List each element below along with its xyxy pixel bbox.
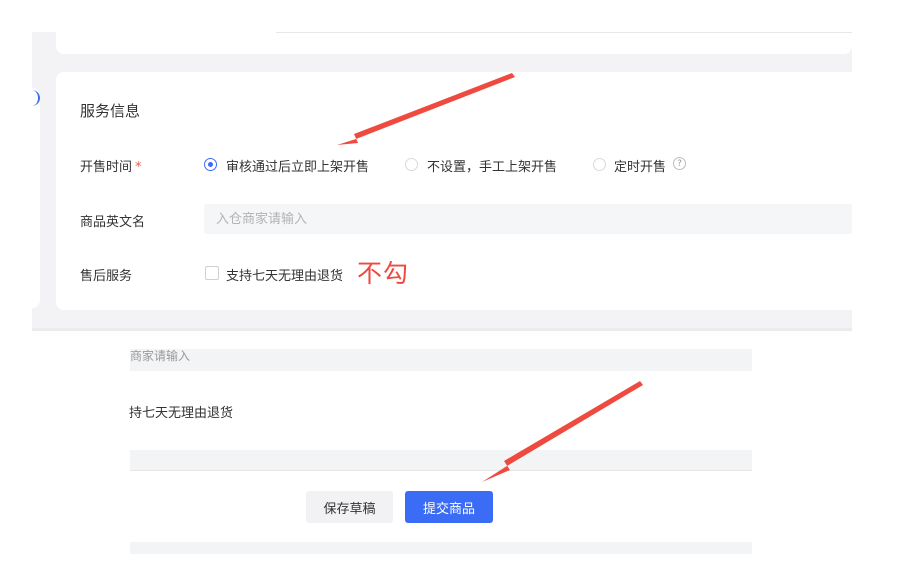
- radio-manual-label[interactable]: 不设置，手工上架开售: [427, 156, 557, 175]
- cropped-checkbox-label: 持七天无理由退货: [129, 406, 234, 421]
- radio-manual-icon[interactable]: [405, 158, 418, 171]
- english-name-label: 商品英文名: [80, 215, 146, 230]
- seven-day-return-label[interactable]: 支持七天无理由退货: [226, 265, 343, 284]
- radio-immediate-icon[interactable]: [204, 158, 217, 171]
- cropped-band: [130, 450, 752, 470]
- radio-immediate-label[interactable]: 审核通过后立即上架开售: [226, 156, 369, 175]
- save-draft-button[interactable]: 保存草稿: [306, 491, 393, 523]
- english-name-input[interactable]: [204, 204, 852, 234]
- required-mark: *: [135, 160, 142, 175]
- top-divider: [276, 32, 852, 33]
- screenshot-divider: [32, 328, 852, 331]
- footer-divider: [130, 470, 752, 471]
- help-icon[interactable]: ?: [673, 157, 686, 170]
- annotation-text: 不勾: [357, 259, 410, 288]
- section-title: 服务信息: [80, 102, 141, 120]
- service-info-card: [56, 72, 852, 310]
- seven-day-return-checkbox-icon[interactable]: [205, 266, 219, 280]
- radio-scheduled-label[interactable]: 定时开售: [614, 156, 666, 175]
- previous-section-card: [56, 32, 852, 54]
- left-card-edge: [32, 88, 40, 308]
- cropped-input-placeholder: 商家请输入: [130, 349, 191, 363]
- submit-product-button[interactable]: 提交商品: [405, 491, 493, 523]
- sale-time-label-text: 开售时间: [80, 160, 133, 175]
- after-sales-label: 售后服务: [80, 269, 133, 284]
- cropped-input-field[interactable]: [130, 349, 752, 371]
- sale-time-label: 开售时间 *: [80, 156, 142, 175]
- bottom-footer-band: [130, 542, 752, 554]
- radio-scheduled-icon[interactable]: [593, 158, 606, 171]
